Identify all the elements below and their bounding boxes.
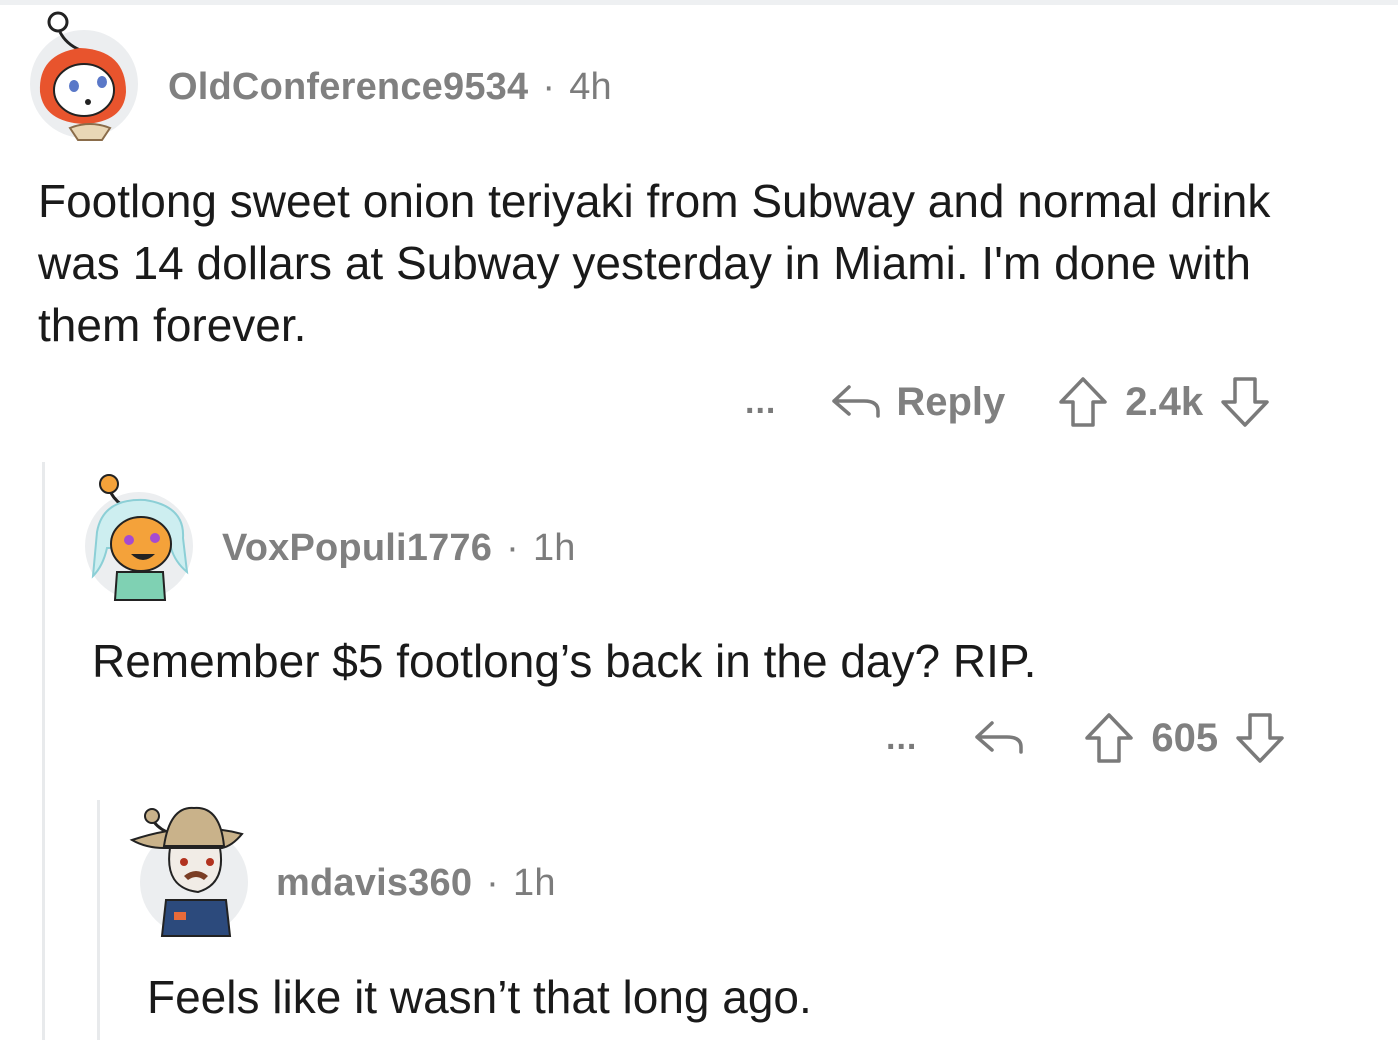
snoo-avatar-icon (39, 11, 127, 141)
comment-meta: VoxPopuli1776 · 1h (222, 527, 576, 570)
comment-age: 4h (569, 66, 612, 108)
thread-line-level-2[interactable] (97, 800, 100, 1040)
avatar[interactable] (85, 474, 193, 601)
reply-arrow-icon (973, 718, 1027, 758)
comment-actions: ... 605 (886, 708, 1286, 768)
comment-body: Feels like it wasn’t that long ago. (147, 971, 812, 1023)
downvote-arrow-icon[interactable] (1234, 711, 1286, 765)
more-options-icon[interactable]: ... (886, 721, 917, 755)
reply-button[interactable] (973, 718, 1027, 758)
comment-body: Footlong sweet onion teriyaki from Subwa… (38, 175, 1271, 351)
vote-score: 2.4k (1125, 379, 1204, 424)
upvote-arrow-icon[interactable] (1083, 711, 1135, 765)
comment-meta: mdavis360 · 1h (276, 862, 556, 905)
comment-age: 1h (513, 862, 556, 904)
username[interactable]: VoxPopuli1776 (222, 527, 492, 569)
avatar[interactable] (129, 806, 248, 937)
meta-separator: · (542, 66, 556, 108)
snoo-avatar-icon (91, 474, 189, 601)
reply-button[interactable]: Reply (830, 380, 1005, 425)
avatar[interactable] (30, 11, 138, 141)
comment-actions: ... Reply 2.4k (745, 372, 1271, 432)
more-options-icon[interactable]: ... (745, 385, 776, 419)
thread-line-level-1[interactable] (42, 462, 45, 1040)
snoo-avatar-icon (129, 806, 244, 937)
meta-separator: · (486, 862, 500, 904)
comment-age: 1h (532, 527, 576, 569)
reply-label: Reply (896, 379, 1006, 424)
reply-arrow-icon (830, 382, 884, 422)
comment-meta: OldConference9534 · 4h (168, 66, 612, 109)
upvote-arrow-icon[interactable] (1057, 375, 1109, 429)
meta-separator: · (506, 527, 519, 569)
downvote-arrow-icon[interactable] (1219, 375, 1271, 429)
username[interactable]: mdavis360 (276, 862, 472, 904)
username[interactable]: OldConference9534 (168, 66, 528, 108)
vote-score: 605 (1151, 715, 1219, 760)
top-divider (0, 0, 1398, 5)
comment-body: Remember $5 footlong’s back in the day? … (92, 635, 1037, 687)
